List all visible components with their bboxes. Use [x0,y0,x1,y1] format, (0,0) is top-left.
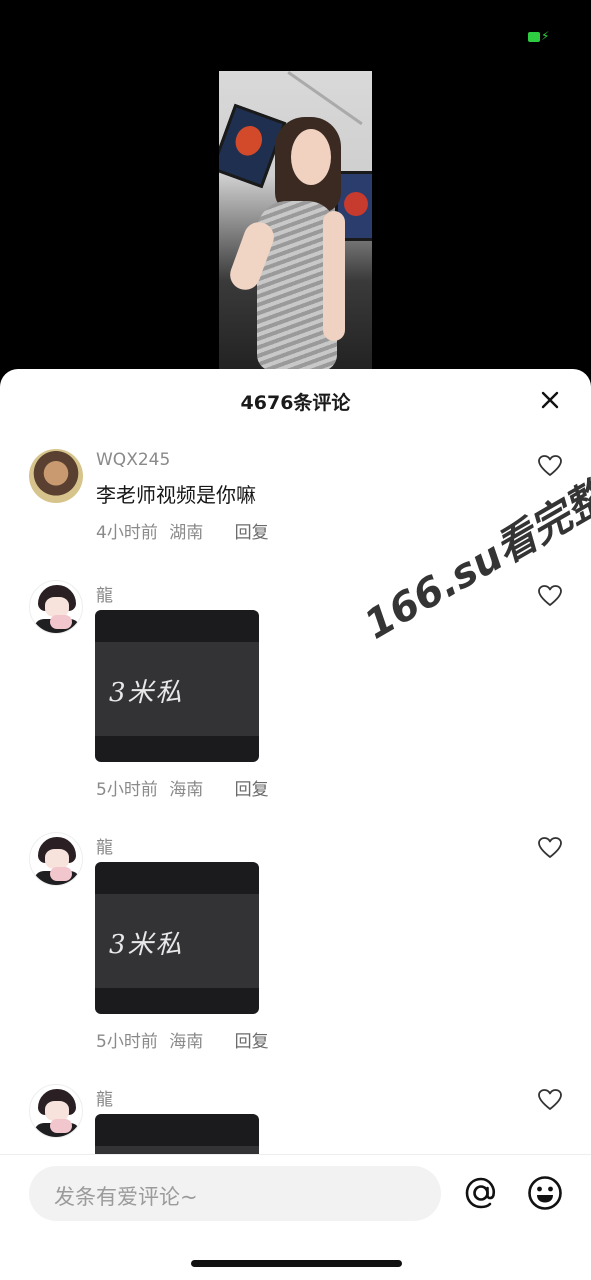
comment-image-text: 3米私 [109,930,184,960]
comment-region: 海南 [169,1032,204,1052]
comment-text: 李老师视频是你嘛 [96,483,256,507]
comment-image[interactable]: 3米私 [95,862,259,1014]
emoji-icon[interactable] [526,1174,564,1212]
heart-icon[interactable] [537,836,563,860]
at-icon[interactable] [462,1174,500,1212]
comment-time: 4小时前 [96,523,158,543]
comment-username[interactable]: 龍 [96,1085,113,1110]
comment-meta: 5小时前 海南 回复 [96,775,269,800]
avatar[interactable] [29,449,83,503]
battery-icon: ⚡ [528,29,550,43]
home-indicator [191,1260,402,1267]
video-preview[interactable] [219,71,372,371]
avatar[interactable] [29,580,83,634]
comment-input[interactable]: 发条有爱评论~ [29,1166,441,1221]
comment-image[interactable]: 3米私 [95,610,259,762]
comments-count-title: 4676条评论 [240,392,351,414]
avatar[interactable] [29,1084,83,1138]
comment-meta: 5小时前 海南 回复 [96,1027,269,1052]
comment-username[interactable]: WQX245 [96,450,170,470]
comment-time: 5小时前 [96,780,158,800]
close-icon[interactable] [536,386,564,414]
comment-image[interactable] [95,1114,259,1154]
comment-time: 5小时前 [96,1032,158,1052]
comment-image-text: 3米私 [109,678,184,708]
reply-button[interactable]: 回复 [235,775,269,800]
comment-username[interactable]: 龍 [96,581,113,606]
comment-username[interactable]: 龍 [96,833,113,858]
comment-region: 湖南 [169,523,204,543]
heart-icon[interactable] [537,584,563,608]
reply-button[interactable]: 回复 [235,518,269,543]
heart-icon[interactable] [537,454,563,478]
comment-input-placeholder: 发条有爱评论~ [54,1185,198,1209]
status-bar: ⚡ [0,0,591,60]
avatar[interactable] [29,832,83,886]
reply-button[interactable]: 回复 [235,1027,269,1052]
heart-icon[interactable] [537,1088,563,1112]
comment-region: 海南 [169,780,204,800]
comment-meta: 4小时前 湖南 回复 [96,518,269,543]
